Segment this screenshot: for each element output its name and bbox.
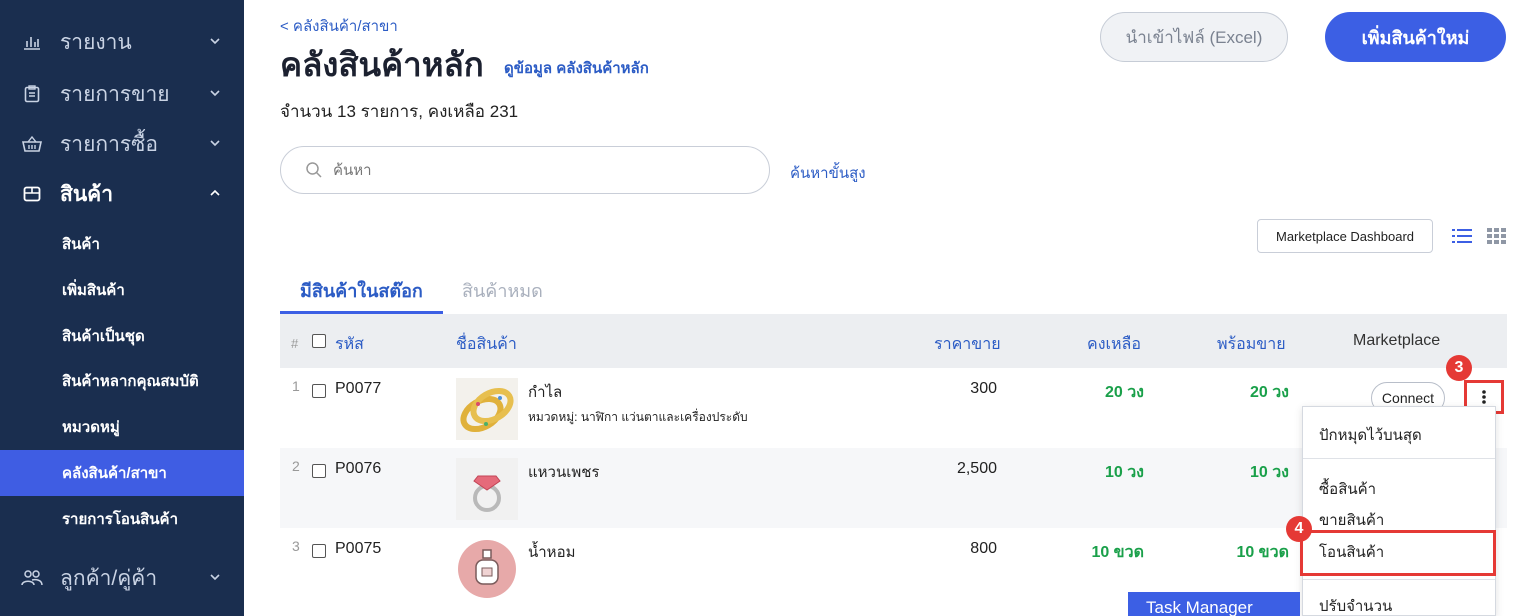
stock-ready: 10 วง	[1249, 464, 1289, 481]
sidebar-group-label: รายการซื้อ	[60, 132, 159, 156]
product-code: P0075	[335, 540, 382, 557]
warehouse-info-link[interactable]: ดูข้อมูล คลังสินค้าหลัก	[504, 56, 649, 80]
chevron-down-icon	[210, 38, 220, 45]
product-name[interactable]: น้ำหอม	[528, 540, 575, 564]
grid-view-icon[interactable]	[1487, 227, 1507, 245]
chevron-down-icon	[210, 90, 220, 97]
col-name[interactable]: ชื่อสินค้า	[456, 332, 517, 357]
marketplace-dashboard-button[interactable]: Marketplace Dashboard	[1257, 219, 1433, 253]
transfer-highlight-box	[1300, 530, 1496, 576]
chevron-down-icon	[210, 140, 220, 147]
sidebar-group-sales[interactable]: รายการขาย	[0, 71, 244, 117]
stock-remaining: 20 วง	[1104, 384, 1144, 401]
product-price: 300	[970, 380, 997, 397]
row-actions-dropdown: ปักหมุดไว้บนสุด ซื้อสินค้า ขายสินค้า โอน…	[1302, 406, 1496, 616]
sidebar-group-products[interactable]: สินค้า	[0, 171, 244, 217]
menu-item-pin-top[interactable]: ปักหมุดไว้บนสุด	[1319, 423, 1422, 447]
sidebar-group-customers[interactable]: ลูกค้า/คู่ค้า	[0, 555, 244, 601]
sidebar-group-label: ลูกค้า/คู่ค้า	[60, 566, 158, 590]
row-checkbox[interactable]	[312, 544, 326, 558]
product-category: หมวดหมู่: นาฬิกา แว่นตาและเครื่องประดับ	[528, 410, 748, 424]
sidebar-group-label: รายการขาย	[60, 82, 170, 106]
breadcrumb[interactable]: < คลังสินค้า/สาขา	[280, 14, 398, 38]
import-excel-button[interactable]: นำเข้าไฟล์ (Excel)	[1100, 12, 1288, 62]
page-title: คลังสินค้าหลัก	[280, 46, 484, 83]
product-code: P0076	[335, 460, 382, 477]
sidebar-item-label: สินค้า	[62, 236, 100, 253]
stock-remaining: 10 วง	[1104, 464, 1144, 481]
sidebar-item-add-product[interactable]: เพิ่มสินค้า	[0, 267, 244, 313]
list-view-icon[interactable]	[1452, 227, 1472, 245]
sidebar-item-products[interactable]: สินค้า	[0, 221, 244, 267]
sidebar-item-label: สินค้าเป็นชุด	[62, 328, 145, 345]
col-ready[interactable]: พร้อมขาย	[1217, 332, 1286, 357]
row-number: 3	[292, 538, 300, 554]
product-name[interactable]: กำไล	[528, 380, 562, 404]
step-badge: 4	[1286, 516, 1312, 542]
sidebar-item-variants[interactable]: สินค้าหลากคุณสมบัติ	[0, 358, 244, 404]
product-price: 2,500	[956, 460, 997, 477]
clipboard-icon	[20, 82, 44, 106]
sidebar-item-warehouses[interactable]: คลังสินค้า/สาขา	[0, 450, 244, 496]
menu-item-buy[interactable]: ซื้อสินค้า	[1319, 477, 1376, 501]
advanced-search-link[interactable]: ค้นหาขั้นสูง	[790, 161, 866, 185]
perfume-image	[458, 540, 516, 598]
product-price: 800	[970, 540, 997, 557]
sidebar-item-label: หมวดหมู่	[62, 419, 120, 436]
stock-ready: 20 วง	[1249, 384, 1289, 401]
product-name[interactable]: แหวนเพชร	[528, 460, 599, 484]
col-price[interactable]: ราคาขาย	[934, 332, 1001, 357]
sidebar-group-label: รายงาน	[60, 30, 132, 54]
col-marketplace: Marketplace	[1353, 332, 1441, 349]
sidebar-group-purchases[interactable]: รายการซื้อ	[0, 121, 244, 167]
col-num: #	[291, 336, 299, 351]
stock-remaining: 10 ขวด	[1091, 544, 1144, 561]
row-number: 2	[292, 458, 300, 474]
sidebar-item-categories[interactable]: หมวดหมู่	[0, 404, 244, 450]
people-icon	[20, 566, 44, 590]
chevron-up-icon	[210, 189, 220, 196]
sidebar-item-label: สินค้าหลากคุณสมบัติ	[62, 373, 199, 390]
select-all-checkbox[interactable]	[312, 334, 326, 348]
product-code: P0077	[335, 380, 382, 397]
menu-item-adjust-quantity[interactable]: ปรับจำนวน	[1319, 594, 1392, 616]
sidebar-group-label: สินค้า	[60, 182, 114, 206]
search-box	[280, 146, 770, 194]
row-checkbox[interactable]	[312, 384, 326, 398]
sidebar: รายงาน รายการขาย รายการซื้อ สินค้า สินค้…	[0, 0, 244, 616]
menu-divider	[1303, 458, 1495, 459]
item-summary: จำนวน 13 รายการ, คงเหลือ 231	[280, 102, 519, 121]
table-header: # รหัส ชื่อสินค้า ราคาขาย คงเหลือ พร้อมข…	[280, 314, 1507, 368]
sidebar-item-label: เพิ่มสินค้า	[62, 282, 125, 299]
sidebar-item-label: คลังสินค้า/สาขา	[62, 465, 167, 482]
stock-ready: 10 ขวด	[1236, 544, 1289, 561]
menu-divider	[1303, 579, 1495, 580]
task-manager-bar[interactable]: Task Manager	[1128, 592, 1300, 616]
diamond-ring-image	[456, 458, 518, 520]
sidebar-group-reports[interactable]: รายงาน	[0, 19, 244, 65]
row-checkbox[interactable]	[312, 464, 326, 478]
menu-item-sell[interactable]: ขายสินค้า	[1319, 508, 1384, 532]
tab-in-stock[interactable]: มีสินค้าในสต๊อก	[280, 268, 443, 314]
chart-icon	[20, 30, 44, 54]
step-badge: 3	[1446, 355, 1472, 381]
col-remain[interactable]: คงเหลือ	[1087, 332, 1141, 357]
search-icon	[306, 162, 322, 178]
more-vertical-icon	[1482, 390, 1486, 404]
bracelet-image	[456, 378, 518, 440]
sidebar-item-product-sets[interactable]: สินค้าเป็นชุด	[0, 313, 244, 359]
chevron-down-icon	[210, 574, 220, 581]
col-code[interactable]: รหัส	[335, 332, 364, 357]
basket-icon	[20, 132, 44, 156]
search-input[interactable]	[333, 161, 733, 179]
sidebar-item-transfers[interactable]: รายการโอนสินค้า	[0, 496, 244, 542]
box-icon	[20, 182, 44, 206]
tab-out-of-stock[interactable]: สินค้าหมด	[442, 268, 563, 314]
row-number: 1	[292, 378, 300, 394]
sidebar-item-label: รายการโอนสินค้า	[62, 511, 179, 528]
add-product-button[interactable]: เพิ่มสินค้าใหม่	[1325, 12, 1506, 62]
